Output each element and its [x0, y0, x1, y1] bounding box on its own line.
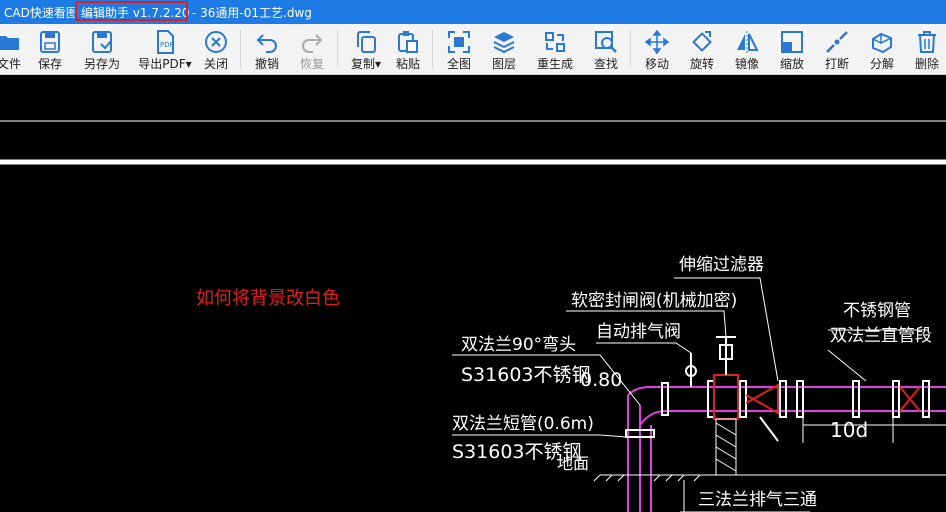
save-icon	[40, 31, 60, 53]
label-ground: 地面	[557, 454, 589, 473]
mirror-button[interactable]: 镜像	[731, 24, 763, 74]
rotate-icon	[692, 31, 712, 52]
trash-icon	[918, 31, 936, 53]
label-ss-pipe: 不锈钢管	[843, 301, 911, 321]
separator	[432, 30, 433, 68]
find-button[interactable]: 查找	[590, 24, 622, 74]
move-icon	[644, 29, 670, 55]
toolbar: 文件 保存 另存为 PDF 导出PDF▾ 关闭 撤销 恢复 复制▾ 粘贴 全图 …	[0, 24, 946, 75]
scale-icon	[781, 31, 803, 53]
saveas-icon	[92, 31, 112, 53]
undo-icon	[256, 34, 277, 53]
move-button[interactable]: 移动	[641, 24, 673, 74]
mirror-icon	[737, 31, 759, 53]
label-filter: 伸缩过滤器	[679, 255, 764, 275]
close-icon	[205, 31, 227, 53]
separator	[240, 30, 241, 68]
label-tee: 三法兰排气三通	[698, 490, 817, 510]
search-icon	[595, 31, 617, 53]
title-bar: CAD快速看图 编辑助手 v1.7.2.20 - 36通用-01工艺.dwg	[0, 0, 946, 24]
break-button[interactable]: 打断	[821, 24, 853, 74]
svg-text:PDF: PDF	[160, 41, 174, 49]
label-elbow-size: 0.80	[580, 369, 622, 391]
delete-button[interactable]: 删除	[911, 24, 943, 74]
undo-button[interactable]: 撤销	[250, 24, 284, 74]
highlight-box	[75, 1, 188, 21]
redo-icon	[302, 34, 323, 53]
regen-button[interactable]: 重生成	[533, 24, 577, 74]
overlay-question: 如何将背景改白色	[196, 288, 340, 309]
copy-button[interactable]: 复制▾	[346, 24, 386, 74]
label-short-pipe: 双法兰短管(0.6m)	[452, 414, 594, 434]
label-flange-pipe: 双法兰直管段	[830, 326, 932, 346]
paste-button[interactable]: 粘贴	[392, 24, 424, 74]
file-name: - 36通用-01工艺.dwg	[192, 6, 312, 20]
saveas-button[interactable]: 另存为	[80, 24, 124, 74]
export-pdf-button[interactable]: PDF 导出PDF▾	[136, 24, 194, 74]
pdf-icon: PDF	[157, 30, 174, 54]
label-elbow: 双法兰90°弯头	[461, 335, 576, 355]
layers-icon	[493, 32, 515, 54]
separator	[630, 30, 631, 68]
regen-icon	[545, 32, 565, 52]
separator	[337, 30, 338, 68]
redo-button[interactable]: 恢复	[295, 24, 329, 74]
save-button[interactable]: 保存	[32, 24, 68, 74]
cad-drawing: 如何将背景改白色 10d 伸缩过滤器 软密封闸阀(机械加密) 自动排气阀 不锈钢…	[0, 120, 946, 512]
label-soft-valve: 软密封闸阀(机械加密)	[571, 291, 737, 311]
drawing-canvas[interactable]: 如何将背景改白色 10d 伸缩过滤器 软密封闸阀(机械加密) 自动排气阀 不锈钢…	[0, 75, 946, 512]
folder-icon	[0, 36, 19, 50]
fullview-icon	[448, 31, 470, 53]
label-air-valve: 自动排气阀	[596, 322, 681, 342]
paste-icon	[398, 31, 418, 53]
close-button[interactable]: 关闭	[200, 24, 232, 74]
valve-stems	[685, 336, 779, 442]
explode-button[interactable]: 分解	[866, 24, 898, 74]
rotate-button[interactable]: 旋转	[686, 24, 718, 74]
break-icon	[826, 31, 848, 53]
layers-button[interactable]: 图层	[488, 24, 520, 74]
dimension-label: 10d	[830, 418, 868, 442]
scale-button[interactable]: 缩放	[776, 24, 808, 74]
app-title: CAD快速看图	[4, 6, 78, 20]
copy-icon	[357, 31, 376, 53]
fullview-button[interactable]: 全图	[443, 24, 475, 74]
label-elbow-material: S31603不锈钢	[461, 364, 591, 386]
open-button[interactable]: 文件	[0, 24, 26, 74]
explode-icon	[872, 32, 892, 54]
